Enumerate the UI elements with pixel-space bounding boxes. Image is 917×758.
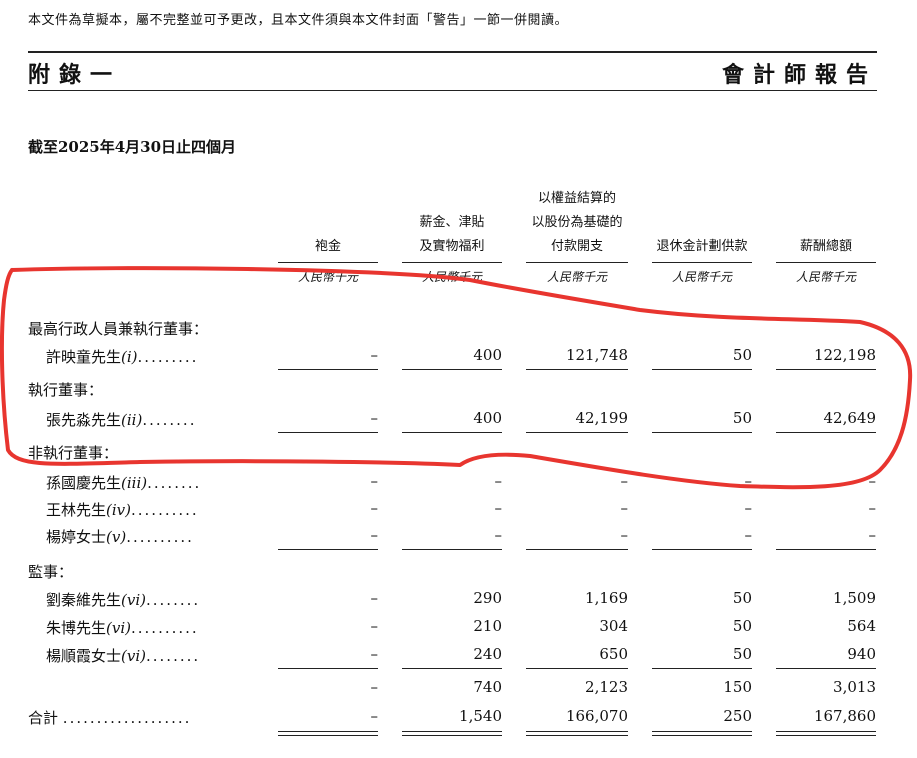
red-ink-stroke xyxy=(0,266,913,490)
red-annotation-loop xyxy=(0,266,913,490)
